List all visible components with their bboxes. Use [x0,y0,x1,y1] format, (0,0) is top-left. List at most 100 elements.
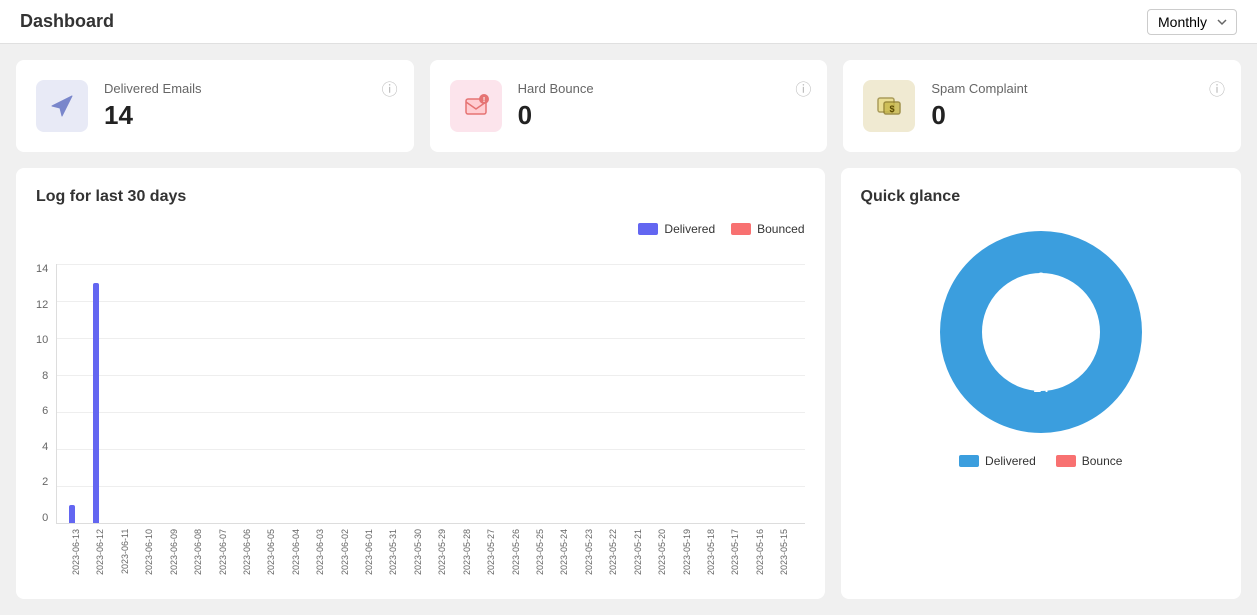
chart-title: Log for last 30 days [36,188,805,206]
bar-delivered [69,505,75,524]
y-label: 6 [36,406,48,417]
x-label: 2023-05-27 [487,524,511,579]
legend-bounced-dot [731,223,751,235]
chart-y-labels: 02468101214 [36,264,48,524]
spam-info-icon[interactable]: ⓘ [1209,76,1225,100]
x-label: 2023-05-22 [609,524,633,579]
bar-group [332,264,357,523]
bar-group [158,264,183,523]
x-label: 2023-05-25 [536,524,560,579]
bar-group [109,264,134,523]
bar-group [233,264,258,523]
x-label: 2023-05-21 [634,524,658,579]
x-label: 2023-05-16 [756,524,780,579]
bar-delivered [93,283,99,524]
bounce-info-icon[interactable]: ⓘ [795,76,811,100]
delivered-info: Delivered Emails 14 [104,81,394,131]
x-label: 2023-05-17 [731,524,755,579]
legend-bounced: Bounced [731,222,804,236]
donut-chart: 0 14 [931,222,1151,442]
stat-card-spam: $ Spam Complaint 0 ⓘ [843,60,1241,152]
bar-group [505,264,530,523]
donut-legend-bounce: Bounce [1056,454,1123,468]
svg-text:!: ! [483,97,485,104]
x-label: 2023-06-08 [194,524,218,579]
x-label: 2023-05-19 [683,524,707,579]
x-label: 2023-05-28 [463,524,487,579]
x-label: 2023-06-02 [341,524,365,579]
donut-legend-delivered: Delivered [959,454,1036,468]
bounce-label: Hard Bounce [518,81,808,96]
donut-bounce-dot [1056,455,1076,467]
bottom-row: Log for last 30 days Delivered Bounced 0… [16,168,1241,599]
donut-bounce-label: Bounce [1082,454,1123,468]
period-select[interactable]: Monthly Weekly Daily [1147,9,1237,35]
chart-card: Log for last 30 days Delivered Bounced 0… [16,168,825,599]
y-label: 2 [36,477,48,488]
y-label: 10 [36,335,48,346]
donut-delivered-label: Delivered [985,454,1036,468]
x-label: 2023-06-09 [170,524,194,579]
header: Dashboard Monthly Weekly Daily [0,0,1257,44]
chart-legend: Delivered Bounced [36,222,805,236]
spam-icon: $ [875,92,903,120]
bar-group [307,264,332,523]
bar-group [778,264,803,523]
legend-delivered-dot [638,223,658,235]
spam-value: 0 [931,100,1221,131]
bounce-value: 0 [518,100,808,131]
legend-delivered: Delivered [638,222,715,236]
x-label: 2023-06-13 [72,524,96,579]
x-label: 2023-06-12 [96,524,120,579]
spam-info: Spam Complaint 0 [931,81,1221,131]
x-label: 2023-06-06 [243,524,267,579]
bar-group [258,264,283,523]
x-label: 2023-06-07 [219,524,243,579]
x-label: 2023-06-03 [316,524,340,579]
spam-icon-bg: $ [863,80,915,132]
stat-card-hard-bounce: ! Hard Bounce 0 ⓘ [430,60,828,152]
x-label: 2023-06-01 [365,524,389,579]
bar-group [753,264,778,523]
bar-group [629,264,654,523]
bounce-info: Hard Bounce 0 [518,81,808,131]
donut-wrapper: 0 14 Delivered Bounce [861,222,1222,468]
bar-group [208,264,233,523]
x-label: 2023-05-30 [414,524,438,579]
stat-card-delivered: Delivered Emails 14 ⓘ [16,60,414,152]
main-content: Delivered Emails 14 ⓘ ! Hard Bounce 0 ⓘ [0,44,1257,615]
stats-row: Delivered Emails 14 ⓘ ! Hard Bounce 0 ⓘ [16,60,1241,152]
bar-group [183,264,208,523]
x-label: 2023-05-31 [389,524,413,579]
svg-text:$: $ [890,104,895,114]
y-label: 8 [36,371,48,382]
bar-group [406,264,431,523]
bar-group [555,264,580,523]
bar-group [679,264,704,523]
bar-group [357,264,382,523]
bar-group [580,264,605,523]
quick-glance-card: Quick glance 0 14 Delivered [841,168,1242,599]
x-label: 2023-06-04 [292,524,316,579]
bar-group [381,264,406,523]
bar-group [704,264,729,523]
page-title: Dashboard [20,11,114,32]
legend-bounced-label: Bounced [757,222,804,236]
x-label: 2023-05-24 [560,524,584,579]
bar-group [282,264,307,523]
send-icon [48,92,76,120]
bar-group [84,264,109,523]
x-label: 2023-05-20 [658,524,682,579]
bar-group [431,264,456,523]
delivered-icon-bg [36,80,88,132]
bar-group [604,264,629,523]
x-label: 2023-06-10 [145,524,169,579]
chart-area: 02468101214 [36,244,805,524]
x-label: 2023-05-18 [707,524,731,579]
x-label: 2023-06-05 [267,524,291,579]
bar-group [481,264,506,523]
delivered-value: 14 [104,100,394,131]
delivered-info-icon[interactable]: ⓘ [382,76,398,100]
bar-group [134,264,159,523]
quick-glance-title: Quick glance [861,188,1222,206]
